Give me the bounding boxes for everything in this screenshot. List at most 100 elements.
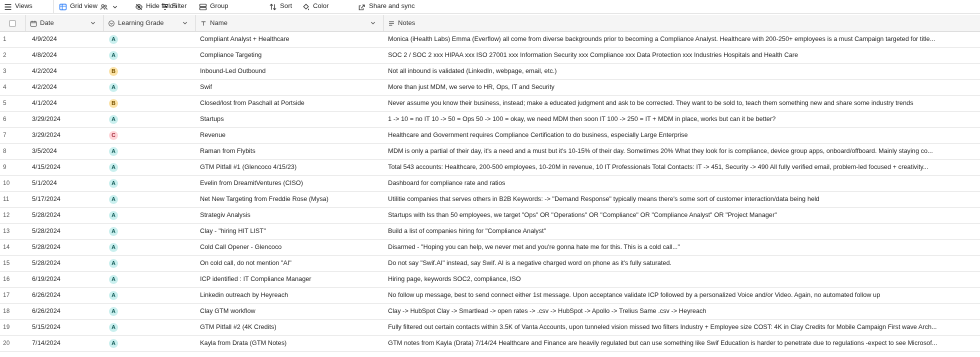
name-cell[interactable]: Strategiv Analysis <box>196 208 384 223</box>
date-cell[interactable]: 3/29/2024 <box>26 128 104 143</box>
learning-grade-cell[interactable]: C <box>104 128 196 143</box>
chevron-down-icon[interactable] <box>370 20 376 26</box>
notes-cell[interactable]: GTM notes from Kayla (Drata) 7/14/24 Hea… <box>384 336 980 351</box>
table-row[interactable]: 17 6/26/2024 A Linkedin outreach by Heyr… <box>0 288 980 304</box>
notes-cell[interactable]: Utilitie companies that serves others in… <box>384 192 980 207</box>
notes-cell[interactable]: Do not say "Swif.AI" instead, say Swif. … <box>384 256 980 271</box>
learning-grade-cell[interactable]: A <box>104 224 196 239</box>
learning-grade-cell[interactable]: A <box>104 32 196 47</box>
learning-grade-cell[interactable]: A <box>104 48 196 63</box>
table-row[interactable]: 14 5/28/2024 A Cold Call Opener - Glenco… <box>0 240 980 256</box>
name-cell[interactable]: Raman from Flybits <box>196 144 384 159</box>
date-cell[interactable]: 5/17/2024 <box>26 192 104 207</box>
date-cell[interactable]: 5/28/2024 <box>26 208 104 223</box>
date-cell[interactable]: 5/15/2024 <box>26 320 104 335</box>
learning-grade-cell[interactable]: A <box>104 192 196 207</box>
table-row[interactable]: 16 6/19/2024 A ICP identified : IT Compl… <box>0 272 980 288</box>
share-and-sync-button[interactable]: Share and sync <box>354 0 419 14</box>
learning-grade-cell[interactable]: A <box>104 176 196 191</box>
notes-cell[interactable]: 1 -> 10 = no IT 10 -> 50 = Ops 50 -> 100… <box>384 112 980 127</box>
notes-cell[interactable]: Not all inbound is validated (LinkedIn, … <box>384 64 980 79</box>
table-row[interactable]: 19 5/15/2024 A GTM Pitfall #2 (4K Credit… <box>0 320 980 336</box>
date-cell[interactable]: 4/1/2024 <box>26 96 104 111</box>
table-row[interactable]: 15 5/28/2024 A On cold call, do not ment… <box>0 256 980 272</box>
sort-button[interactable]: Sort <box>265 0 296 14</box>
learning-grade-cell[interactable]: A <box>104 160 196 175</box>
select-all-checkbox[interactable] <box>9 19 16 27</box>
table-row[interactable]: 5 4/1/2024 B Closed/lost from Paschall a… <box>0 96 980 112</box>
table-row[interactable]: 1 4/9/2024 A Compliant Analyst + Healthc… <box>0 32 980 48</box>
date-cell[interactable]: 6/26/2024 <box>26 288 104 303</box>
notes-cell[interactable]: Total 543 accounts: Healthcare, 200-500 … <box>384 160 980 175</box>
learning-grade-cell[interactable]: A <box>104 320 196 335</box>
date-cell[interactable]: 5/1/2024 <box>26 176 104 191</box>
table-row[interactable]: 2 4/8/2024 A Compliance Targeting SOC 2 … <box>0 48 980 64</box>
notes-cell[interactable]: Monica (iHealth Labs) Emma (Everflow) al… <box>384 32 980 47</box>
name-cell[interactable]: GTM Pitfall #2 (4K Credits) <box>196 320 384 335</box>
date-cell[interactable]: 7/14/2024 <box>26 336 104 351</box>
learning-grade-cell[interactable]: A <box>104 144 196 159</box>
notes-cell[interactable]: SOC 2 / SOC 2 xxx HIPAA xxx ISO 27001 xx… <box>384 48 980 63</box>
name-cell[interactable]: Compliance Targeting <box>196 48 384 63</box>
name-cell[interactable]: Closed/lost from Paschall at Portside <box>196 96 384 111</box>
table-row[interactable]: 12 5/28/2024 A Strategiv Analysis Startu… <box>0 208 980 224</box>
date-cell[interactable]: 6/26/2024 <box>26 304 104 319</box>
learning-grade-cell[interactable]: A <box>104 336 196 351</box>
color-button[interactable]: Color <box>298 0 333 14</box>
notes-cell[interactable]: Healthcare and Government requires Compl… <box>384 128 980 143</box>
notes-cell[interactable]: MDM is only a partial of their day, it's… <box>384 144 980 159</box>
table-row[interactable]: 4 4/2/2024 A Swif More than just MDM, we… <box>0 80 980 96</box>
notes-cell[interactable]: No follow up message, best to send conne… <box>384 288 980 303</box>
date-cell[interactable]: 3/5/2024 <box>26 144 104 159</box>
learning-grade-cell[interactable]: A <box>104 304 196 319</box>
chevron-down-icon[interactable] <box>90 20 96 26</box>
views-button[interactable]: Views <box>0 0 53 14</box>
name-cell[interactable]: Cold Call Opener - Glencoco <box>196 240 384 255</box>
notes-cell[interactable]: Clay -> HubSpot Clay -> Smartlead -> ope… <box>384 304 980 319</box>
name-cell[interactable]: Net New Targeting from Freddie Rose (Mys… <box>196 192 384 207</box>
name-cell[interactable]: Startups <box>196 112 384 127</box>
table-row[interactable]: 3 4/2/2024 B Inbound-Led Outbound Not al… <box>0 64 980 80</box>
column-header-notes[interactable]: Notes <box>384 15 980 31</box>
table-row[interactable]: 11 5/17/2024 A Net New Targeting from Fr… <box>0 192 980 208</box>
learning-grade-cell[interactable]: A <box>104 80 196 95</box>
learning-grade-cell[interactable]: B <box>104 96 196 111</box>
notes-cell[interactable]: Never assume you know their business, in… <box>384 96 980 111</box>
date-cell[interactable]: 4/15/2024 <box>26 160 104 175</box>
column-header-name[interactable]: Name <box>196 15 384 31</box>
table-row[interactable]: 13 5/28/2024 A Clay - "hiring HIT LIST" … <box>0 224 980 240</box>
learning-grade-cell[interactable]: B <box>104 64 196 79</box>
name-cell[interactable]: Swif <box>196 80 384 95</box>
date-cell[interactable]: 5/28/2024 <box>26 224 104 239</box>
learning-grade-cell[interactable]: A <box>104 256 196 271</box>
notes-cell[interactable]: Startups with lss than 50 employees, we … <box>384 208 980 223</box>
table-row[interactable]: 10 5/1/2024 A Evelin from DreamitVenture… <box>0 176 980 192</box>
date-cell[interactable]: 5/28/2024 <box>26 256 104 271</box>
notes-cell[interactable]: Disarmed - "Hoping you can help, we neve… <box>384 240 980 255</box>
name-cell[interactable]: GTM Pitfall #1 (Glencoco 4/15/23) <box>196 160 384 175</box>
date-cell[interactable]: 4/8/2024 <box>26 48 104 63</box>
learning-grade-cell[interactable]: A <box>104 272 196 287</box>
date-cell[interactable]: 6/19/2024 <box>26 272 104 287</box>
chevron-down-icon[interactable] <box>182 20 188 26</box>
date-cell[interactable]: 4/2/2024 <box>26 80 104 95</box>
date-cell[interactable]: 4/2/2024 <box>26 64 104 79</box>
name-cell[interactable]: On cold call, do not mention "AI" <box>196 256 384 271</box>
notes-cell[interactable]: Hiring page, keywords SOC2, compliance, … <box>384 272 980 287</box>
table-row[interactable]: 20 7/14/2024 A Kayla from Drata (GTM Not… <box>0 336 980 352</box>
learning-grade-cell[interactable]: A <box>104 112 196 127</box>
column-header-date[interactable]: Date <box>26 15 104 31</box>
name-cell[interactable]: Linkedin outreach by Heyreach <box>196 288 384 303</box>
name-cell[interactable]: Kayla from Drata (GTM Notes) <box>196 336 384 351</box>
table-row[interactable]: 18 6/26/2024 A Clay GTM workflow Clay ->… <box>0 304 980 320</box>
table-row[interactable]: 7 3/29/2024 C Revenue Healthcare and Gov… <box>0 128 980 144</box>
learning-grade-cell[interactable]: A <box>104 240 196 255</box>
notes-cell[interactable]: More than just MDM, we serve to HR, Ops,… <box>384 80 980 95</box>
learning-grade-cell[interactable]: A <box>104 208 196 223</box>
date-cell[interactable]: 4/9/2024 <box>26 32 104 47</box>
name-cell[interactable]: Compliant Analyst + Healthcare <box>196 32 384 47</box>
name-cell[interactable]: ICP identified : IT Compliance Manager <box>196 272 384 287</box>
date-cell[interactable]: 3/29/2024 <box>26 112 104 127</box>
name-cell[interactable]: Clay GTM workflow <box>196 304 384 319</box>
learning-grade-cell[interactable]: A <box>104 288 196 303</box>
